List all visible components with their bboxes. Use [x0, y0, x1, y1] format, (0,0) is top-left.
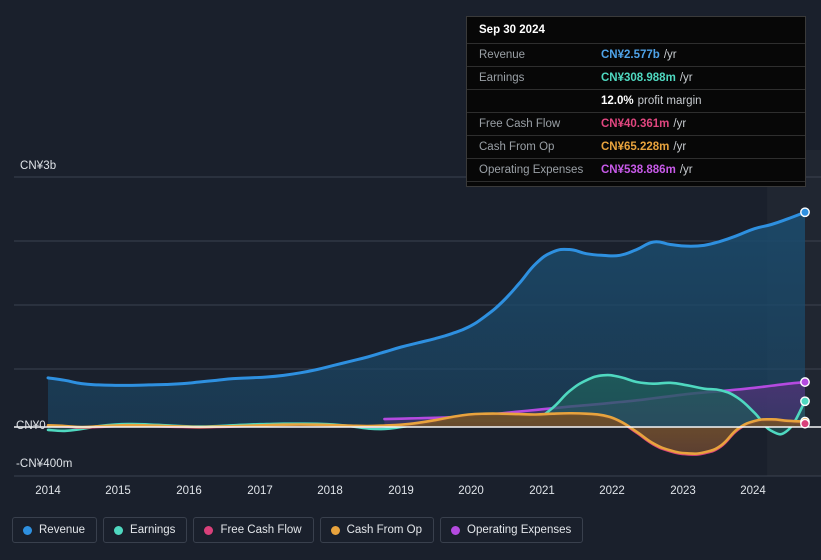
x-axis-label-2019: 2019 [388, 485, 414, 497]
tooltip-rows: Revenue CN¥2.577b/yr Earnings CN¥308.988m/y… [467, 43, 805, 182]
x-axis-label-2016: 2016 [176, 485, 202, 497]
endpoint-marker-free-cash-flow[interactable] [800, 418, 810, 429]
tooltip-row-label: Operating Expenses [479, 164, 584, 176]
tooltip-row-value: CN¥65.228m [601, 141, 670, 153]
legend-item-earnings[interactable]: Earnings [103, 517, 188, 543]
chart-tooltip: Sep 30 2024 Revenue CN¥2.577b/yr Earnings C… [466, 16, 806, 187]
tooltip-row: Earnings CN¥308.988m/yr [467, 66, 805, 89]
x-axis-label-2021: 2021 [529, 485, 555, 497]
tooltip-row-unit: /yr [673, 118, 687, 130]
tooltip-row-label: Free Cash Flow [479, 118, 561, 130]
tooltip-row: Free Cash Flow CN¥40.361m/yr [467, 112, 805, 135]
tooltip-row: Cash From Op CN¥65.228m/yr [467, 135, 805, 158]
x-axis-label-2014: 2014 [35, 485, 61, 497]
legend-item-label: Revenue [39, 524, 86, 536]
legend-item-operating-expenses[interactable]: Operating Expenses [440, 517, 584, 543]
tooltip-row-label: Revenue [479, 49, 526, 61]
legend-color-dot-icon [451, 525, 461, 535]
endpoint-marker-revenue[interactable] [800, 207, 810, 218]
tooltip-row-value: CN¥2.577b [601, 49, 660, 61]
legend-item-label: Earnings [130, 524, 176, 536]
financial-area-chart: CN¥3b CN¥0 -CN¥400m 2014 2015 2016 2017 … [0, 0, 821, 560]
legend-item-label: Free Cash Flow [220, 524, 302, 536]
tooltip-row-value: CN¥308.988m [601, 72, 676, 84]
x-axis-label-2023: 2023 [670, 485, 696, 497]
legend-item-free-cash-flow[interactable]: Free Cash Flow [193, 517, 314, 543]
tooltip-row-value: CN¥538.886m [601, 164, 676, 176]
tooltip-row-value: CN¥40.361m [601, 118, 670, 130]
tooltip-row: 12.0% profit margin [467, 89, 805, 112]
x-axis-label-2017: 2017 [247, 485, 273, 497]
tooltip-row-label: Cash From Op [479, 141, 555, 153]
y-axis-label-bottom: -CN¥400m [16, 458, 73, 470]
chart-legend: Revenue Earnings Free Cash Flow Cash From O… [12, 517, 584, 543]
endpoint-marker-operating-expenses[interactable] [800, 377, 810, 387]
legend-color-dot-icon [330, 525, 340, 535]
legend-color-dot-icon [204, 525, 214, 535]
tooltip-row: Revenue CN¥2.577b/yr [467, 43, 805, 66]
x-axis-label-2024: 2024 [740, 485, 766, 497]
x-axis-label-2018: 2018 [317, 485, 343, 497]
x-axis-label-2022: 2022 [599, 485, 625, 497]
tooltip-row: Operating Expenses CN¥538.886m/yr [467, 158, 805, 182]
legend-item-label: Operating Expenses [467, 524, 572, 536]
tooltip-row-label: Earnings [479, 72, 525, 84]
tooltip-row-unit: /yr [679, 164, 693, 176]
legend-item-revenue[interactable]: Revenue [12, 517, 98, 543]
legend-item-cash-from-op[interactable]: Cash From Op [319, 517, 435, 543]
legend-color-dot-icon [114, 525, 124, 535]
legend-color-dot-icon [23, 525, 32, 535]
tooltip-row-value: 12.0% [601, 95, 634, 107]
tooltip-row-unit: profit margin [637, 95, 702, 107]
endpoint-marker-earnings[interactable] [800, 396, 810, 407]
x-axis-label-2015: 2015 [105, 485, 131, 497]
tooltip-row-unit: /yr [679, 72, 693, 84]
tooltip-date: Sep 30 2024 [479, 24, 545, 36]
y-axis-label-zero: CN¥0 [16, 420, 46, 432]
x-axis-label-2020: 2020 [458, 485, 484, 497]
legend-item-label: Cash From Op [346, 524, 423, 536]
tooltip-row-unit: /yr [663, 49, 677, 61]
tooltip-row-unit: /yr [673, 141, 687, 153]
y-axis-label-top: CN¥3b [20, 160, 57, 172]
